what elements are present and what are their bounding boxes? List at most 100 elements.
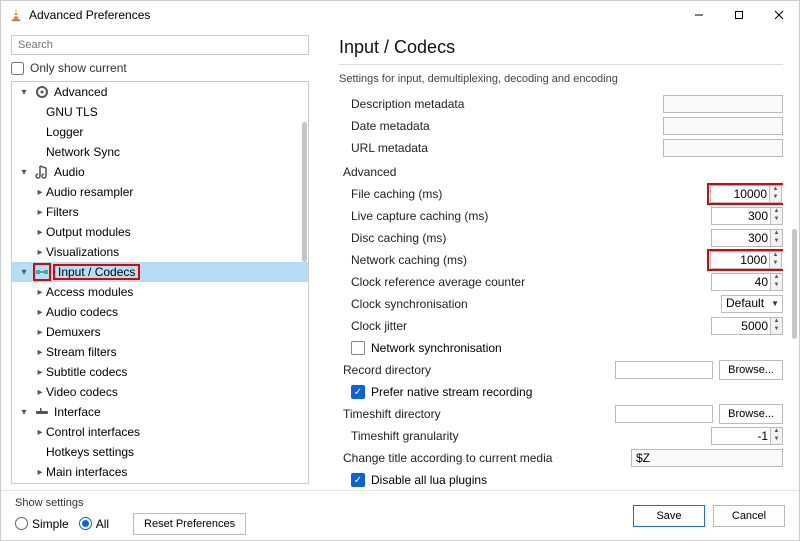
row-disable-lua[interactable]: ✓Disable all lua plugins — [339, 469, 783, 490]
spinner[interactable]: ▲▼ — [770, 185, 782, 203]
expand-icon[interactable]: ▸ — [34, 327, 46, 338]
spinner[interactable]: ▲▼ — [771, 229, 783, 247]
tree-item-logger[interactable]: Logger — [12, 122, 308, 142]
change-title-input[interactable] — [631, 449, 783, 467]
disable-lua-checkbox[interactable]: ✓ — [351, 473, 365, 487]
row-timeshift-directory: Timeshift directoryBrowse... — [339, 403, 783, 425]
collapse-icon[interactable]: ▾ — [18, 407, 30, 418]
tree-item-main-interfaces[interactable]: ▸Main interfaces — [12, 462, 308, 482]
collapse-icon[interactable]: ▾ — [18, 87, 30, 98]
url-metadata-input[interactable] — [663, 139, 783, 157]
row-clock-reference: Clock reference average counter▲▼ — [339, 271, 783, 293]
page-subtitle: Settings for input, demultiplexing, deco… — [339, 73, 783, 85]
minimize-button[interactable] — [679, 1, 719, 29]
clock-sync-select[interactable]: Default▼ — [721, 295, 783, 313]
expand-icon[interactable]: ▸ — [34, 387, 46, 398]
record-directory-input[interactable] — [615, 361, 713, 379]
expand-icon[interactable]: ▸ — [34, 227, 46, 238]
description-metadata-input[interactable] — [663, 95, 783, 113]
window-title: Advanced Preferences — [29, 8, 679, 22]
close-button[interactable] — [759, 1, 799, 29]
tree-item-video-codecs[interactable]: ▸Video codecs — [12, 382, 308, 402]
spinner[interactable]: ▲▼ — [770, 251, 782, 269]
row-clock-sync: Clock synchronisationDefault▼ — [339, 293, 783, 315]
tree-item-network-sync[interactable]: Network Sync — [12, 142, 308, 162]
spinner[interactable]: ▲▼ — [771, 273, 783, 291]
row-change-title: Change title according to current media — [339, 447, 783, 469]
search-input[interactable] — [11, 35, 309, 55]
interface-icon — [34, 404, 50, 420]
tree-item-interface[interactable]: ▾Interface — [12, 402, 308, 422]
tree-item-gnu-tls[interactable]: GNU TLS — [12, 102, 308, 122]
live-caching-input[interactable] — [711, 207, 771, 225]
radio-icon — [79, 517, 92, 530]
radio-all[interactable]: All — [79, 517, 109, 531]
timeshift-granularity-input[interactable] — [711, 427, 771, 445]
tree-item-input-codecs[interactable]: ▾Input / Codecs — [12, 262, 308, 282]
tree-item-control-interfaces[interactable]: ▸Control interfaces — [12, 422, 308, 442]
tree-item-hotkeys-settings[interactable]: Hotkeys settings — [12, 442, 308, 462]
expand-icon[interactable]: ▸ — [34, 247, 46, 258]
titlebar: Advanced Preferences — [1, 1, 799, 29]
gear-icon — [34, 84, 50, 100]
collapse-icon[interactable]: ▾ — [18, 167, 30, 178]
radio-simple[interactable]: Simple — [15, 517, 69, 531]
row-live-caching: Live capture caching (ms)▲▼ — [339, 205, 783, 227]
audio-icon — [34, 164, 50, 180]
tree-item-access-modules[interactable]: ▸Access modules — [12, 282, 308, 302]
page-title: Input / Codecs — [339, 37, 783, 58]
expand-icon[interactable]: ▸ — [34, 307, 46, 318]
vlc-cone-icon — [9, 8, 23, 22]
expand-icon[interactable]: ▸ — [34, 207, 46, 218]
network-sync-checkbox[interactable] — [351, 341, 365, 355]
maximize-button[interactable] — [719, 1, 759, 29]
prefer-native-checkbox[interactable]: ✓ — [351, 385, 365, 399]
row-description-metadata: Description metadata — [339, 93, 783, 115]
section-advanced: Advanced — [339, 159, 783, 183]
expand-icon[interactable]: ▸ — [34, 367, 46, 378]
tree-item-advanced[interactable]: ▾Advanced — [12, 82, 308, 102]
tree-item-filters[interactable]: ▸Filters — [12, 202, 308, 222]
tree-item-stream-filters[interactable]: ▸Stream filters — [12, 342, 308, 362]
tree-item-audio[interactable]: ▾Audio — [12, 162, 308, 182]
tree-item-audio-resampler[interactable]: ▸Audio resampler — [12, 182, 308, 202]
timeshift-directory-input[interactable] — [615, 405, 713, 423]
row-network-sync[interactable]: Network synchronisation — [339, 337, 783, 359]
only-show-current[interactable]: Only show current — [11, 61, 321, 75]
scrollbar-thumb[interactable] — [302, 122, 307, 262]
expand-icon[interactable]: ▸ — [34, 347, 46, 358]
row-network-caching: Network caching (ms)▲▼ — [339, 249, 783, 271]
settings-panel: Input / Codecs Settings for input, demul… — [321, 29, 799, 490]
row-clock-jitter: Clock jitter▲▼ — [339, 315, 783, 337]
browse-record-button[interactable]: Browse... — [719, 360, 783, 380]
spinner[interactable]: ▲▼ — [771, 207, 783, 225]
tree-item-visualizations[interactable]: ▸Visualizations — [12, 242, 308, 262]
scrollbar-thumb[interactable] — [792, 229, 797, 339]
tree-item-subtitle-codecs[interactable]: ▸Subtitle codecs — [12, 362, 308, 382]
collapse-icon[interactable]: ▾ — [18, 267, 30, 278]
clock-jitter-input[interactable] — [711, 317, 771, 335]
expand-icon[interactable]: ▸ — [34, 427, 46, 438]
expand-icon[interactable]: ▸ — [34, 187, 46, 198]
left-panel: Only show current ▾Advanced GNU TLS Logg… — [1, 29, 321, 490]
reset-preferences-button[interactable]: Reset Preferences — [133, 513, 246, 535]
tree-item-demuxers[interactable]: ▸Demuxers — [12, 322, 308, 342]
row-disc-caching: Disc caching (ms)▲▼ — [339, 227, 783, 249]
tree-item-audio-codecs[interactable]: ▸Audio codecs — [12, 302, 308, 322]
file-caching-input[interactable] — [710, 185, 770, 203]
browse-timeshift-button[interactable]: Browse... — [719, 404, 783, 424]
spinner[interactable]: ▲▼ — [771, 317, 783, 335]
row-prefer-native[interactable]: ✓Prefer native stream recording — [339, 381, 783, 403]
disc-caching-input[interactable] — [711, 229, 771, 247]
network-caching-input[interactable] — [710, 251, 770, 269]
expand-icon[interactable]: ▸ — [34, 467, 46, 478]
expand-icon[interactable]: ▸ — [34, 287, 46, 298]
save-button[interactable]: Save — [633, 505, 705, 527]
date-metadata-input[interactable] — [663, 117, 783, 135]
row-date-metadata: Date metadata — [339, 115, 783, 137]
cancel-button[interactable]: Cancel — [713, 505, 785, 527]
spinner[interactable]: ▲▼ — [771, 427, 783, 445]
only-show-current-checkbox[interactable] — [11, 62, 24, 75]
tree-item-output-modules[interactable]: ▸Output modules — [12, 222, 308, 242]
clock-reference-input[interactable] — [711, 273, 771, 291]
